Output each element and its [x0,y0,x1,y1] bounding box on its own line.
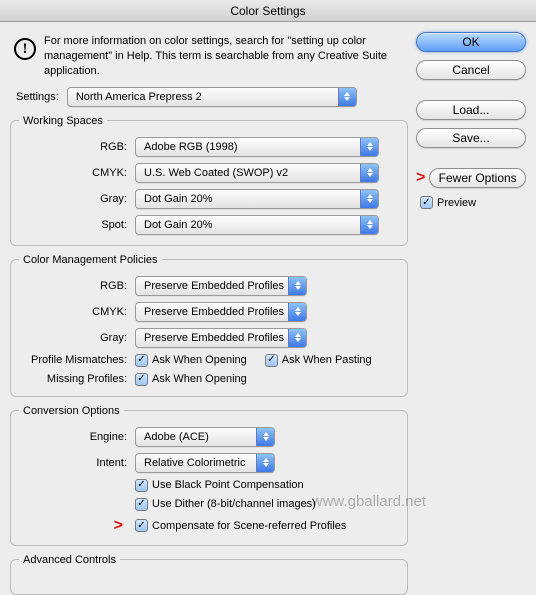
ws-rgb-label: RGB: [19,141,135,153]
checkmark-icon: ✓ [420,196,433,209]
conv-engine-select[interactable]: Adobe (ACE) [135,427,275,447]
pol-cmyk-label: CMYK: [19,306,135,318]
fewer-options-button[interactable]: Fewer Options [429,168,526,188]
pol-rgb-label: RGB: [19,280,135,292]
checkmark-icon: ✓ [135,479,148,492]
ws-spot-label: Spot: [19,219,135,231]
missing-open-checkbox[interactable]: ✓Ask When Opening [135,373,247,386]
info-text: For more information on color settings, … [44,32,408,79]
pol-gray-label: Gray: [19,332,135,344]
conv-intent-label: Intent: [19,457,135,469]
checkmark-icon: ✓ [135,354,148,367]
compensate-checkbox[interactable]: ✓Compensate for Scene-referred Profiles [135,519,346,532]
conversion-legend: Conversion Options [19,405,124,417]
ws-rgb-select[interactable]: Adobe RGB (1998) [135,137,379,157]
chevron-updown-icon [338,88,356,106]
policies-legend: Color Management Policies [19,254,162,266]
chevron-updown-icon [360,190,378,208]
pol-rgb-select[interactable]: Preserve Embedded Profiles [135,276,307,296]
info-icon: ! [14,38,36,60]
working-spaces-legend: Working Spaces [19,115,107,127]
ws-gray-select[interactable]: Dot Gain 20% [135,189,379,209]
settings-label: Settings: [10,91,59,103]
policies-group: Color Management Policies RGB: Preserve … [10,254,408,397]
checkmark-icon: ✓ [135,373,148,386]
pol-mismatch-label: Profile Mismatches: [19,354,135,366]
pol-cmyk-select[interactable]: Preserve Embedded Profiles [135,302,307,322]
chevron-updown-icon [360,164,378,182]
mismatch-paste-checkbox[interactable]: ✓Ask When Pasting [265,354,372,367]
checkmark-icon: ✓ [135,519,148,532]
chevron-updown-icon [288,329,306,347]
chevron-updown-icon [360,138,378,156]
conv-intent-select[interactable]: Relative Colorimetric [135,453,275,473]
conversion-group: Conversion Options Engine: Adobe (ACE) I… [10,405,408,546]
arrow-right-icon: > [416,169,425,187]
window-title: Color Settings [0,0,536,22]
settings-select[interactable]: North America Prepress 2 [67,87,357,107]
conv-engine-label: Engine: [19,431,135,443]
ws-gray-label: Gray: [19,193,135,205]
ok-button[interactable]: OK [416,32,526,52]
advanced-group: Advanced Controls [10,554,408,595]
working-spaces-group: Working Spaces RGB: Adobe RGB (1998) CMY… [10,115,408,246]
pol-gray-select[interactable]: Preserve Embedded Profiles [135,328,307,348]
checkmark-icon: ✓ [265,354,278,367]
bpc-checkbox[interactable]: ✓Use Black Point Compensation [135,479,304,492]
chevron-updown-icon [288,277,306,295]
ws-spot-select[interactable]: Dot Gain 20% [135,215,379,235]
dither-checkbox[interactable]: ✓Use Dither (8-bit/channel images) [135,498,316,511]
arrow-right-icon: > [114,517,123,534]
chevron-updown-icon [360,216,378,234]
chevron-updown-icon [256,428,274,446]
checkmark-icon: ✓ [135,498,148,511]
mismatch-open-checkbox[interactable]: ✓Ask When Opening [135,354,247,367]
watermark-text: www.gballard.net [312,493,426,510]
cancel-button[interactable]: Cancel [416,60,526,80]
ws-cmyk-select[interactable]: U.S. Web Coated (SWOP) v2 [135,163,379,183]
chevron-updown-icon [256,454,274,472]
save-button[interactable]: Save... [416,128,526,148]
advanced-legend: Advanced Controls [19,554,120,566]
ws-cmyk-label: CMYK: [19,167,135,179]
preview-checkbox[interactable]: ✓Preview [420,196,476,209]
pol-missing-label: Missing Profiles: [19,373,135,385]
load-button[interactable]: Load... [416,100,526,120]
chevron-updown-icon [288,303,306,321]
